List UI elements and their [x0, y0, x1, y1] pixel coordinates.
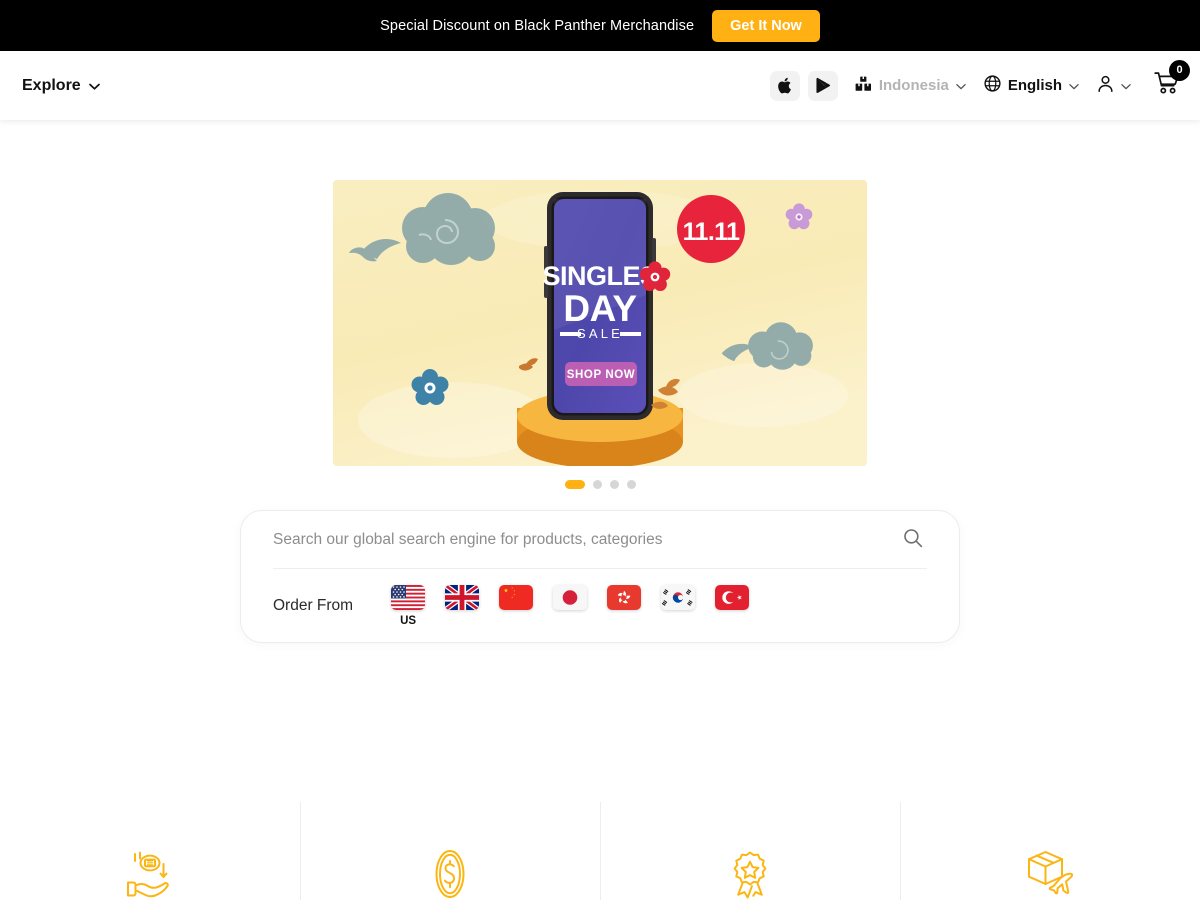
cart-icon: [1154, 71, 1180, 100]
explore-menu[interactable]: Explore: [22, 77, 100, 95]
award-badge-icon: [726, 848, 774, 905]
svg-text:11.11: 11.11: [683, 218, 740, 246]
svg-text:SHOP NOW: SHOP NOW: [567, 369, 635, 381]
cart-button[interactable]: 0: [1154, 59, 1190, 101]
country-flag-cn[interactable]: [499, 584, 534, 610]
feature-item-cashback[interactable]: [0, 830, 300, 900]
search-icon: [903, 529, 923, 551]
chevron-down-icon: [1121, 77, 1131, 94]
carousel-dot-1[interactable]: [564, 480, 585, 489]
carousel-dot-3[interactable]: [609, 480, 619, 489]
svg-text:DAY: DAY: [563, 288, 637, 329]
carousel-dot-4[interactable]: [626, 480, 636, 489]
hand-cashback-icon: [122, 848, 178, 905]
carousel-dot-2[interactable]: [592, 480, 602, 489]
search-button[interactable]: [899, 524, 927, 555]
apple-icon[interactable]: [769, 70, 800, 101]
promo-banner[interactable]: SINGLES DAY SALE SHOP NOW 11.11: [333, 180, 867, 466]
flag-uk-icon: [445, 584, 480, 610]
navbar-right-group: Indonesia English 0: [769, 59, 1190, 101]
package-airplane-icon: [1023, 848, 1077, 905]
country-flag-us[interactable]: US: [391, 584, 426, 627]
cart-count-badge: 0: [1169, 59, 1190, 81]
flag-cn-icon: [499, 584, 534, 610]
country-flag-kr[interactable]: [661, 584, 696, 610]
account-selector[interactable]: [1088, 75, 1140, 97]
country-code-label: US: [400, 614, 417, 627]
flag-us-icon: [391, 584, 426, 610]
order-from-row: Order From US: [273, 569, 927, 642]
country-flag-list: US: [391, 584, 750, 627]
svg-text:SALE: SALE: [577, 326, 623, 341]
hero-section: SINGLES DAY SALE SHOP NOW 11.11 Search o…: [0, 120, 1200, 643]
chevron-down-icon: [88, 77, 100, 95]
globe-icon: [984, 75, 1001, 96]
promo-bar: Special Discount on Black Panther Mercha…: [0, 0, 1200, 51]
country-label: Indonesia: [878, 77, 949, 94]
explore-label: Explore: [22, 76, 81, 94]
feature-item-pricing[interactable]: [300, 802, 600, 900]
flag-tr-icon: [715, 584, 750, 610]
features-strip: [0, 802, 1200, 900]
search-row: [273, 511, 927, 569]
country-flag-hk[interactable]: [607, 584, 642, 610]
chevron-down-icon: [1069, 77, 1079, 94]
google-play-icon[interactable]: [807, 70, 838, 101]
order-from-label: Order From: [273, 596, 354, 614]
warehouse-boxes-icon: [855, 76, 872, 96]
country-flag-tr[interactable]: [715, 584, 750, 610]
promo-text: Special Discount on Black Panther Mercha…: [380, 17, 695, 34]
carousel-dots: [564, 480, 636, 489]
search-input[interactable]: [273, 530, 899, 549]
flag-hk-icon: [607, 584, 642, 610]
get-it-now-button[interactable]: Get It Now: [712, 9, 820, 42]
chevron-down-icon: [956, 77, 966, 94]
language-selector[interactable]: English: [975, 75, 1088, 96]
country-flag-uk[interactable]: [445, 584, 480, 610]
feature-item-quality[interactable]: [600, 802, 900, 900]
user-icon: [1097, 75, 1114, 97]
language-label: English: [1007, 77, 1062, 94]
dollar-coin-icon: [426, 848, 474, 905]
navbar: Explore Indonesia English 0: [0, 51, 1200, 120]
flag-kr-icon: [661, 584, 696, 610]
global-search-card: Order From: [240, 510, 960, 643]
country-selector[interactable]: Indonesia: [846, 76, 975, 96]
flag-jp-icon: [553, 584, 588, 610]
feature-item-shipping[interactable]: [900, 802, 1200, 900]
country-flag-jp[interactable]: [553, 584, 588, 610]
